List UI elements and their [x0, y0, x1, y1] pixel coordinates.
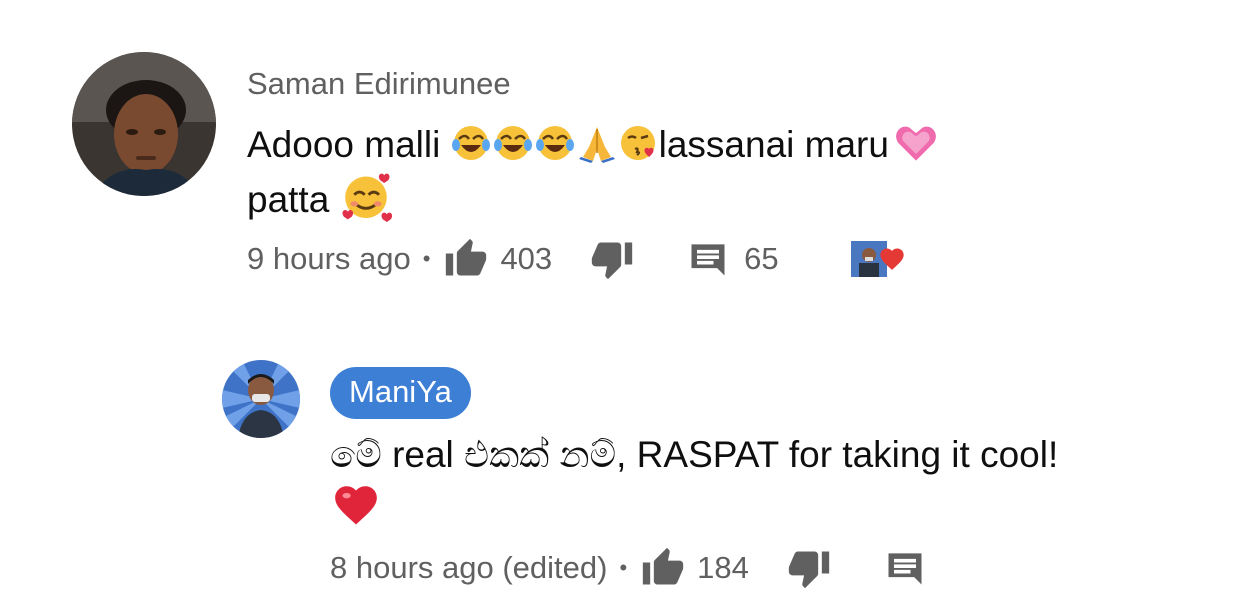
comment-text-part: මේ real එකක් නම්, RASPAT for taking it c…: [330, 434, 1059, 475]
separator-dot: •: [422, 246, 431, 271]
creator-heart: [850, 239, 911, 279]
red-heart-emoji-icon: [335, 486, 377, 525]
like-count: 184: [697, 550, 749, 585]
folded-hands-emoji-icon: [578, 127, 615, 163]
tears-of-joy-emoji-icon: [451, 126, 490, 160]
thumbs-down-icon[interactable]: [590, 237, 634, 281]
comment-saman: Saman Edirimunee Adooo malli lassanai ma…: [0, 0, 1242, 300]
comment-text: Adooo malli lassanai maru patta: [247, 120, 1147, 225]
face-blowing-kiss-emoji-icon: [620, 126, 655, 160]
comment-actions: 9 hours ago • 403 65: [247, 236, 911, 282]
comment-text-part: Adooo malli: [247, 124, 451, 165]
heart-icon: [879, 248, 904, 270]
avatar-maniya[interactable]: [222, 360, 300, 438]
timestamp: 9 hours ago: [247, 241, 411, 276]
comment-actions: 8 hours ago (edited) • 184: [330, 545, 927, 591]
timestamp: 8 hours ago (edited): [330, 550, 608, 585]
tears-of-joy-emoji-icon: [535, 126, 574, 160]
author-name[interactable]: Saman Edirimunee: [247, 66, 511, 102]
comment-text-part: lassanai maru: [658, 124, 889, 165]
tears-of-joy-emoji-icon: [493, 126, 532, 160]
reply-maniya: ManiYa මේ real එකක් නම්, RASPAT for taki…: [0, 300, 1242, 595]
thumbs-up-icon[interactable]: [641, 546, 685, 590]
thumbs-up-icon[interactable]: [444, 237, 488, 281]
avatar-saman[interactable]: [72, 52, 216, 196]
growing-heart-emoji-icon: [896, 126, 936, 161]
comment-icon[interactable]: [883, 546, 927, 590]
comment-icon[interactable]: [686, 237, 730, 281]
thumbs-down-icon[interactable]: [787, 546, 831, 590]
comment-text: මේ real එකක් නම්, RASPAT for taking it c…: [330, 430, 1210, 531]
smiling-face-with-hearts-emoji-icon: [342, 173, 392, 222]
reply-count[interactable]: 65: [744, 241, 778, 277]
like-count: 403: [500, 241, 553, 276]
separator-dot: •: [619, 555, 628, 580]
author-name-chip[interactable]: ManiYa: [330, 367, 471, 419]
comment-text-part: patta: [247, 179, 340, 220]
emoji-group: [451, 123, 659, 163]
